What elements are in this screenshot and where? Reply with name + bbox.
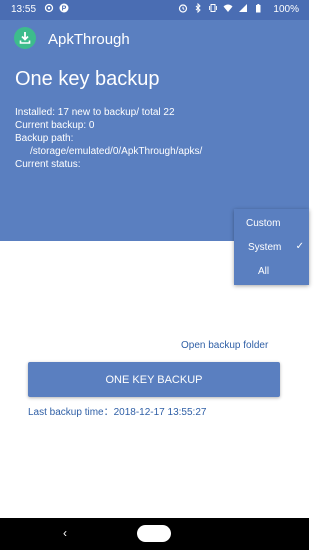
menu-item-all[interactable]: All — [234, 259, 309, 283]
vibrate-icon — [209, 4, 217, 12]
app-title: ApkThrough — [48, 31, 130, 48]
menu-item-custom[interactable]: Custom — [234, 211, 309, 235]
navigation-bar: ‹ — [0, 518, 309, 550]
one-key-backup-button[interactable]: ONE KEY BACKUP — [28, 362, 280, 397]
menu-item-system[interactable]: System ✓ — [234, 235, 309, 259]
backup-info: Installed: 17 new to backup/ total 22 Cu… — [15, 106, 202, 171]
battery-percent: 100% — [273, 4, 299, 15]
backup-path-label: Backup path: — [15, 133, 74, 144]
open-backup-folder-link[interactable]: Open backup folder — [181, 340, 268, 351]
header: ApkThrough One key backup Installed: 17 … — [0, 20, 309, 241]
home-icon[interactable] — [137, 525, 171, 542]
battery-icon — [256, 4, 261, 13]
menu-item-label: All — [258, 266, 270, 277]
backup-path: /storage/emulated/0/ApkThrough/apks/ — [30, 146, 203, 157]
wifi-icon — [223, 4, 233, 12]
menu-item-label: System — [248, 242, 282, 253]
bluetooth-icon — [195, 3, 201, 13]
status-bar: 13:55 P 100% — [0, 0, 309, 20]
p-app-icon: P — [59, 3, 69, 13]
notification-icon — [44, 3, 54, 13]
status-right-icons — [178, 3, 263, 13]
installed-count: Installed: 17 new to backup/ total 22 — [15, 107, 175, 118]
current-status: Current status: — [15, 159, 81, 170]
signal-icon — [239, 4, 247, 12]
page-title: One key backup — [15, 68, 160, 90]
menu-item-label: Custom — [246, 218, 281, 229]
apk-download-icon — [14, 27, 36, 49]
back-icon[interactable]: ‹ — [63, 526, 67, 540]
last-backup-time: Last backup time：2018-12-17 13:55:27 — [28, 407, 207, 418]
current-backup: Current backup: 0 — [15, 120, 95, 131]
check-icon: ✓ — [295, 241, 304, 252]
status-time: 13:55 — [11, 4, 37, 15]
status-left-icons: P — [44, 3, 69, 13]
alarm-icon — [178, 4, 188, 13]
filter-menu: Custom System ✓ All — [234, 209, 309, 285]
svg-text:P: P — [62, 6, 67, 13]
